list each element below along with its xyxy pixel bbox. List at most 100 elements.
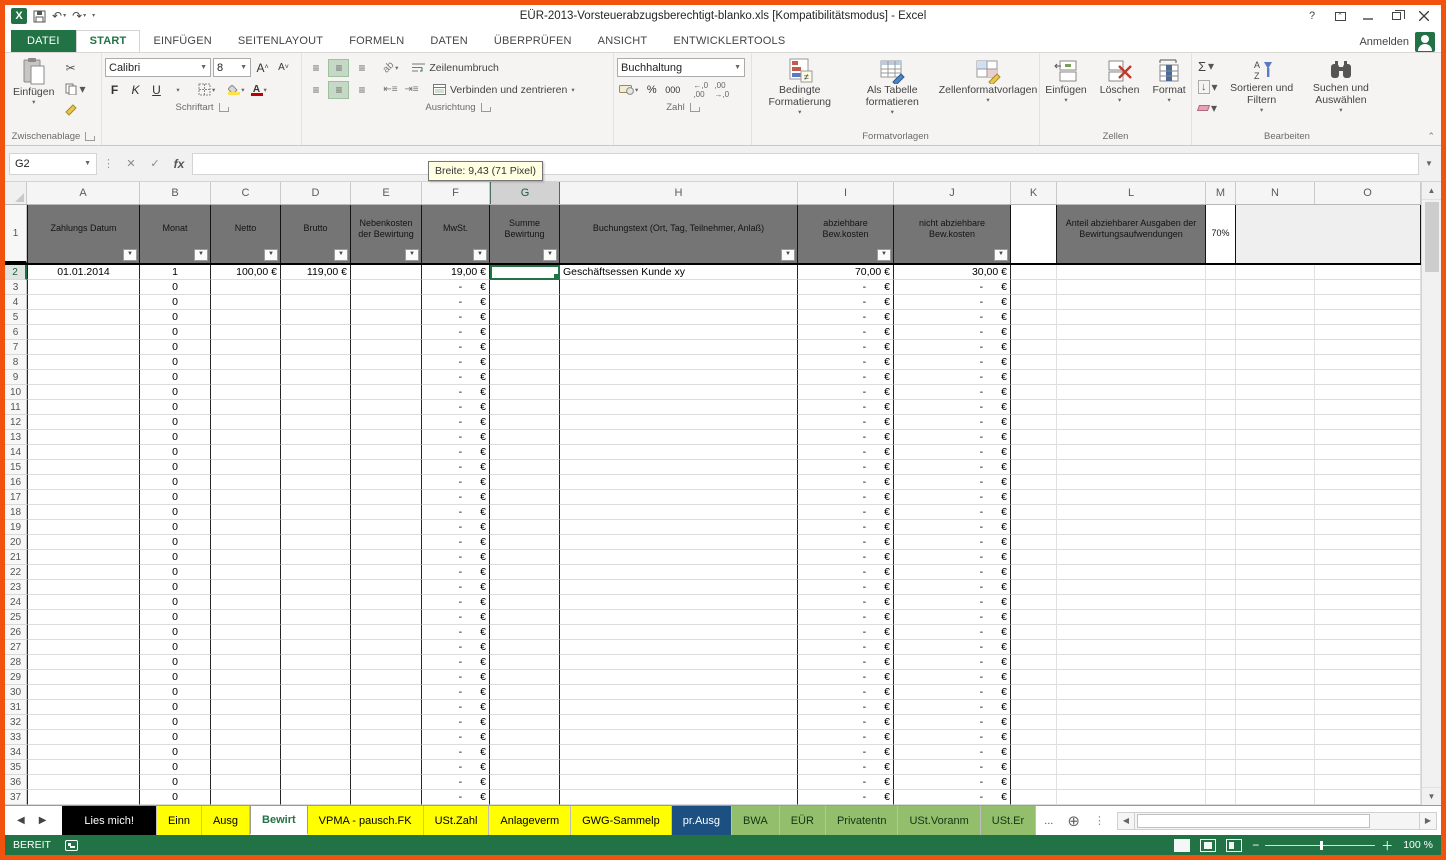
cell-A29[interactable] (27, 670, 140, 685)
cell-E11[interactable] (351, 400, 422, 415)
cell-N4[interactable] (1236, 295, 1315, 310)
cell-A31[interactable] (27, 700, 140, 715)
cell-B34[interactable]: 0 (140, 745, 211, 760)
cell-A2[interactable]: 01.01.2014 (27, 265, 140, 280)
cell-L21[interactable] (1057, 550, 1206, 565)
cell-F15[interactable]: -€ (422, 460, 490, 475)
cell-I2[interactable]: 70,00 € (798, 265, 894, 280)
cell-O15[interactable] (1315, 460, 1421, 475)
cell-L34[interactable] (1057, 745, 1206, 760)
cell-H35[interactable] (560, 760, 798, 775)
cell-K35[interactable] (1011, 760, 1057, 775)
cell-F11[interactable]: -€ (422, 400, 490, 415)
cell-G2[interactable] (490, 265, 560, 280)
cell-I35[interactable]: -€ (798, 760, 894, 775)
cell-C22[interactable] (211, 565, 281, 580)
ribbon-tab-überprüfen[interactable]: ÜBERPRÜFEN (481, 31, 585, 52)
cell-L6[interactable] (1057, 325, 1206, 340)
cell-O33[interactable] (1315, 730, 1421, 745)
cell-J29[interactable]: -€ (894, 670, 1011, 685)
cell-L31[interactable] (1057, 700, 1206, 715)
cell-F8[interactable]: -€ (422, 355, 490, 370)
cell-N29[interactable] (1236, 670, 1315, 685)
cell-M24[interactable] (1206, 595, 1236, 610)
cell-O31[interactable] (1315, 700, 1421, 715)
cell-K6[interactable] (1011, 325, 1057, 340)
cell-D14[interactable] (281, 445, 351, 460)
cell-N14[interactable] (1236, 445, 1315, 460)
cell-A3[interactable] (27, 280, 140, 295)
column-header-O[interactable]: O (1315, 182, 1421, 204)
increase-decimal-button[interactable]: ←,0,00 (691, 80, 710, 99)
cell-G3[interactable] (490, 280, 560, 295)
cell-K13[interactable] (1011, 430, 1057, 445)
cell-E8[interactable] (351, 355, 422, 370)
cell-I34[interactable]: -€ (798, 745, 894, 760)
cell-G29[interactable] (490, 670, 560, 685)
cell-K20[interactable] (1011, 535, 1057, 550)
cell-K32[interactable] (1011, 715, 1057, 730)
cell-B3[interactable]: 0 (140, 280, 211, 295)
sheet-tab-bewirt[interactable]: Bewirt (250, 806, 308, 835)
orientation-button[interactable]: ab▾ (381, 58, 400, 77)
ribbon-tab-entwicklertools[interactable]: ENTWICKLERTOOLS (660, 31, 798, 52)
cell-H18[interactable] (560, 505, 798, 520)
cell-F37[interactable]: -€ (422, 790, 490, 805)
header-cell-J[interactable]: nicht abziehbare Bew.kosten▼ (894, 205, 1011, 263)
scroll-right-arrow[interactable]: ▶ (1419, 812, 1437, 830)
cell-I10[interactable]: -€ (798, 385, 894, 400)
column-header-G[interactable]: G (490, 182, 560, 204)
cell-K24[interactable] (1011, 595, 1057, 610)
cell-L33[interactable] (1057, 730, 1206, 745)
sheet-tab-anlageverm[interactable]: Anlageverm (489, 806, 571, 835)
cell-H8[interactable] (560, 355, 798, 370)
cell-B9[interactable]: 0 (140, 370, 211, 385)
zoom-level[interactable]: 100 % (1403, 839, 1433, 851)
cell-I3[interactable]: -€ (798, 280, 894, 295)
cell-N17[interactable] (1236, 490, 1315, 505)
cell-O13[interactable] (1315, 430, 1421, 445)
column-header-N[interactable]: N (1236, 182, 1315, 204)
cell-M6[interactable] (1206, 325, 1236, 340)
cell-D2[interactable]: 119,00 € (281, 265, 351, 280)
sheet-nav-left-icon[interactable]: ◀ (17, 815, 25, 826)
cell-I24[interactable]: -€ (798, 595, 894, 610)
cell-M26[interactable] (1206, 625, 1236, 640)
cell-J10[interactable]: -€ (894, 385, 1011, 400)
cell-A32[interactable] (27, 715, 140, 730)
cell-G14[interactable] (490, 445, 560, 460)
cell-M21[interactable] (1206, 550, 1236, 565)
cell-M35[interactable] (1206, 760, 1236, 775)
cell-A14[interactable] (27, 445, 140, 460)
cell-C20[interactable] (211, 535, 281, 550)
cell-G11[interactable] (490, 400, 560, 415)
row-header-12[interactable]: 12 (5, 415, 27, 430)
cell-C35[interactable] (211, 760, 281, 775)
cell-J11[interactable]: -€ (894, 400, 1011, 415)
cell-J23[interactable]: -€ (894, 580, 1011, 595)
cell-F13[interactable]: -€ (422, 430, 490, 445)
cell-H34[interactable] (560, 745, 798, 760)
cell-H4[interactable] (560, 295, 798, 310)
cell-E14[interactable] (351, 445, 422, 460)
cell-L12[interactable] (1057, 415, 1206, 430)
cell-J17[interactable]: -€ (894, 490, 1011, 505)
bottom-align-button[interactable]: ≡ (351, 59, 372, 77)
column-header-A[interactable]: A (27, 182, 140, 204)
cell-M36[interactable] (1206, 775, 1236, 790)
cell-J22[interactable]: -€ (894, 565, 1011, 580)
cell-M3[interactable] (1206, 280, 1236, 295)
cell-I11[interactable]: -€ (798, 400, 894, 415)
cell-E33[interactable] (351, 730, 422, 745)
row-header-37[interactable]: 37 (5, 790, 27, 805)
cell-J13[interactable]: -€ (894, 430, 1011, 445)
cell-J6[interactable]: -€ (894, 325, 1011, 340)
column-header-K[interactable]: K (1011, 182, 1057, 204)
cell-D13[interactable] (281, 430, 351, 445)
cell-L27[interactable] (1057, 640, 1206, 655)
filter-button-I[interactable]: ▼ (877, 249, 891, 261)
cell-A13[interactable] (27, 430, 140, 445)
cell-F2[interactable]: 19,00 € (422, 265, 490, 280)
cell-E6[interactable] (351, 325, 422, 340)
cell-D29[interactable] (281, 670, 351, 685)
